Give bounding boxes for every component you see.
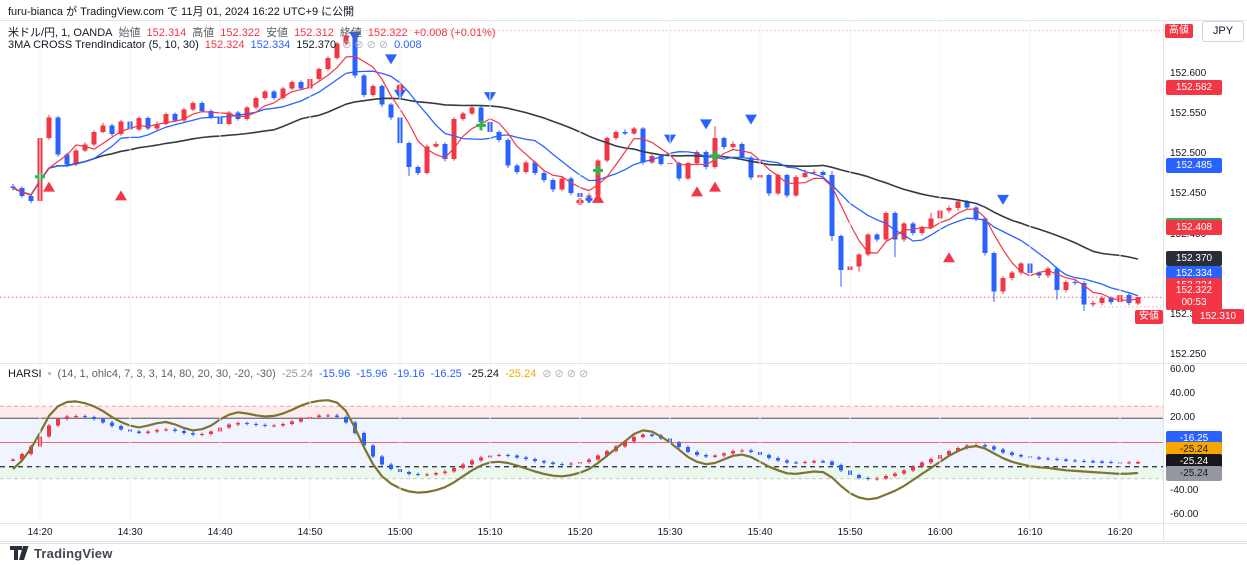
tradingview-glyph-icon <box>10 546 29 561</box>
price-badge: 152.370 <box>1166 251 1222 266</box>
osc-badge: -25.24 <box>1166 466 1222 481</box>
price-tick: 152.250 <box>1170 349 1206 361</box>
legend-value: 3MA CROSS TrendIndicator (5, 10, 30) <box>8 39 199 51</box>
osc-tick: -60.00 <box>1170 509 1198 521</box>
chart-canvas[interactable] <box>0 0 1247 565</box>
time-label: 14:20 <box>27 527 52 538</box>
price-badge: 152.310 <box>1192 309 1244 324</box>
indicator-legend-3ma[interactable]: 3MA CROSS TrendIndicator (5, 10, 30) 152.… <box>8 38 422 51</box>
legend-value: 0.008 <box>394 39 422 51</box>
low-line-tag: 安値 <box>1135 310 1163 324</box>
legend-value: -16.25 <box>431 368 462 380</box>
legend-value: ⊘ ⊘ ⊘ ⊘ <box>542 368 588 380</box>
time-label: 16:00 <box>927 527 952 538</box>
legend-value: HARSI <box>8 368 42 380</box>
tradingview-wordmark: TradingView <box>34 546 113 561</box>
bar-countdown: 00:53 <box>1166 297 1222 309</box>
legend-value: 152.324 <box>205 39 245 51</box>
time-label: 16:20 <box>1107 527 1132 538</box>
price-badge: 152.32200:53 <box>1166 284 1222 310</box>
time-label: 14:30 <box>117 527 142 538</box>
time-label: 15:50 <box>837 527 862 538</box>
legend-value: 152.334 <box>251 39 291 51</box>
currency-button[interactable]: JPY <box>1202 21 1244 42</box>
osc-tick: 40.00 <box>1170 388 1195 400</box>
time-label: 16:10 <box>1017 527 1042 538</box>
legend-value: (14, 1, ohlc4, 7, 3, 3, 14, 80, 20, 30, … <box>57 368 275 380</box>
osc-tick: 20.00 <box>1170 412 1195 424</box>
time-label: 15:00 <box>387 527 412 538</box>
time-label: 15:40 <box>747 527 772 538</box>
osc-tick: 60.00 <box>1170 364 1195 376</box>
legend-value: ⊘ ⊘ ⊘ ⊘ <box>342 39 388 51</box>
time-axis[interactable]: 14:20 14:30 14:40 14:50 15:00 15:10 15:20 15:30… <box>0 524 1163 542</box>
legend-value: • <box>48 368 52 380</box>
price-badge: 152.582 <box>1166 80 1222 95</box>
price-axis[interactable]: 高値 JPY 152.600152.550152.500152.450152.4… <box>1164 20 1247 523</box>
price-tick: 152.600 <box>1170 68 1206 80</box>
osc-tick: -40.00 <box>1170 485 1198 497</box>
time-label: 15:30 <box>657 527 682 538</box>
high-line-tag: 高値 <box>1165 24 1193 38</box>
time-label: 15:10 <box>477 527 502 538</box>
time-label: 14:40 <box>207 527 232 538</box>
legend-value: -25.24 <box>468 368 499 380</box>
legend-value: -15.96 <box>319 368 350 380</box>
price-badge: 152.485 <box>1166 158 1222 173</box>
legend-value: 152.370 <box>296 39 336 51</box>
indicator-legend-harsi[interactable]: HARSI • (14, 1, ohlc4, 7, 3, 3, 14, 80, 20… <box>8 367 588 380</box>
tradingview-logo[interactable]: TradingView <box>10 546 113 561</box>
legend-value: -25.24 <box>505 368 536 380</box>
time-label: 15:20 <box>567 527 592 538</box>
time-label: 14:50 <box>297 527 322 538</box>
legend-value: -25.24 <box>282 368 313 380</box>
legend-value: +0.008 (+0.01%) <box>414 27 496 39</box>
legend-value: -15.96 <box>356 368 387 380</box>
price-badge: 152.408 <box>1166 220 1222 235</box>
price-tick: 152.450 <box>1170 188 1206 200</box>
legend-value: -19.16 <box>393 368 424 380</box>
price-tick: 152.550 <box>1170 108 1206 120</box>
panel-separator <box>0 363 1247 364</box>
